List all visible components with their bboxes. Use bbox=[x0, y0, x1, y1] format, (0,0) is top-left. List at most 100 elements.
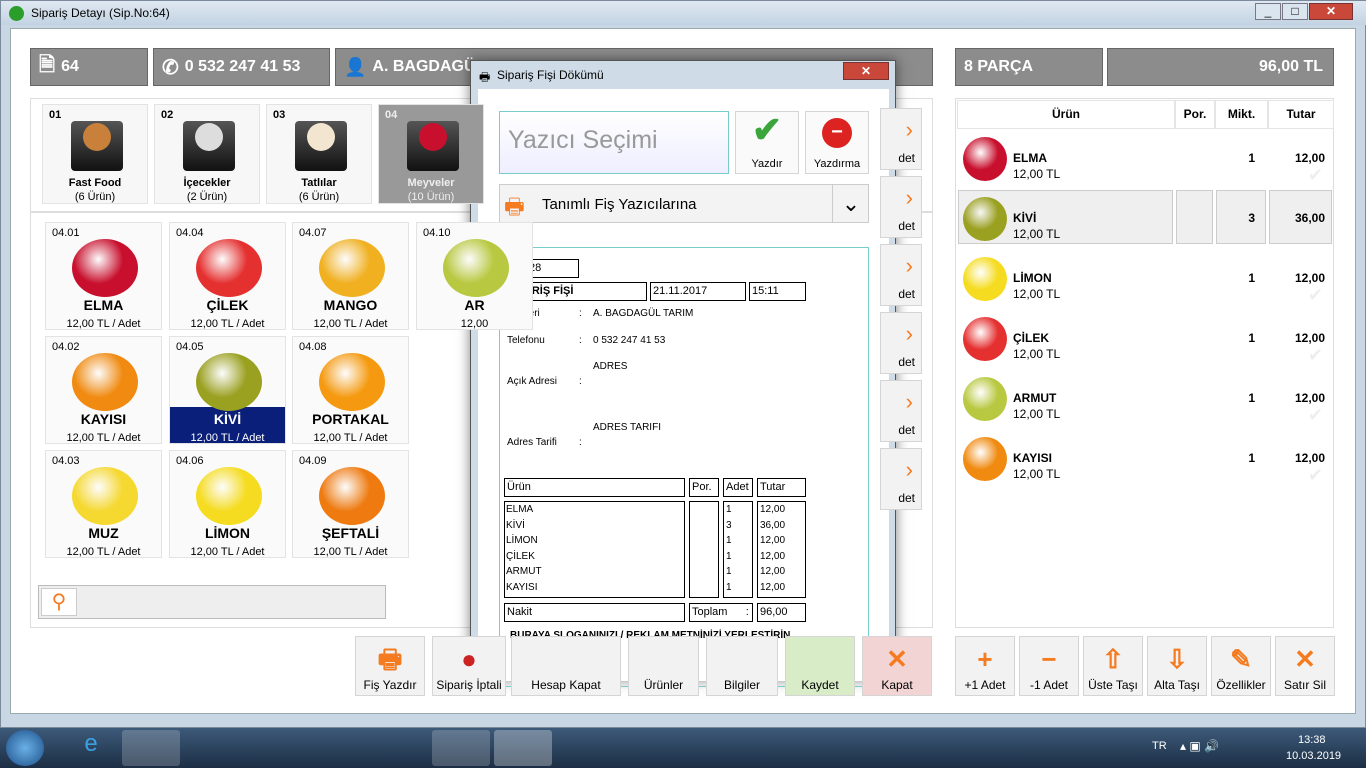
pencil-button[interactable]: ✎ Özellikler bbox=[1211, 636, 1271, 696]
item-qty: 1 bbox=[1248, 391, 1255, 405]
check-icon[interactable]: ✔ bbox=[1308, 165, 1323, 186]
check-icon[interactable]: ✔ bbox=[1308, 465, 1323, 486]
side-button[interactable]: › det bbox=[880, 380, 922, 442]
receipt-column-header: Ürün bbox=[504, 478, 685, 497]
hesap-kapat-button[interactable]: Hesap Kapat bbox=[511, 636, 621, 696]
taskbar: e TR ▴ ▣ 🔊 13:38 10.03.2019 bbox=[0, 728, 1366, 768]
check-icon[interactable]: ✔ bbox=[1308, 285, 1323, 306]
side-button[interactable]: › det bbox=[880, 244, 922, 306]
item-name: ARMUT bbox=[1013, 391, 1057, 405]
tray-icons[interactable]: ▴ ▣ 🔊 bbox=[1180, 739, 1219, 753]
check-icon[interactable]: ✔ bbox=[1308, 405, 1323, 426]
no-print-button[interactable]: − Yazdırma bbox=[805, 111, 869, 174]
maximize-button[interactable]: □ bbox=[1282, 3, 1308, 20]
order-row[interactable]: ÇİLEK 12,00 TL 1 12,00 ✔ bbox=[957, 309, 1333, 369]
side-button[interactable]: › det bbox=[880, 448, 922, 510]
check-icon[interactable]: ✔ bbox=[1308, 225, 1323, 246]
product-tile[interactable]: 04.01 ELMA 12,00 TL / Adet bbox=[45, 222, 162, 330]
delete-button[interactable]: ✕ Satır Sil bbox=[1275, 636, 1335, 696]
product-tile[interactable]: 04.07 MANGO 12,00 TL / Adet bbox=[292, 222, 409, 330]
taskbar-app-icon[interactable] bbox=[432, 730, 490, 766]
fruit-image bbox=[319, 239, 385, 297]
arrow-right-icon: › bbox=[905, 457, 913, 482]
order-row[interactable]: KAYISI 12,00 TL 1 12,00 ✔ bbox=[957, 429, 1333, 489]
clock-date[interactable]: 10.03.2019 bbox=[1286, 750, 1341, 762]
product-tile[interactable]: 04.06 LİMON 12,00 TL / Adet bbox=[169, 450, 286, 558]
side-button[interactable]: › det bbox=[880, 108, 922, 170]
taskbar-clock-icon[interactable] bbox=[370, 730, 428, 766]
category-tile[interactable]: 02 İçecekler (2 Ürün) bbox=[154, 104, 260, 204]
bilgiler-button[interactable]: Bilgiler bbox=[706, 636, 778, 696]
category-tile[interactable]: 04 Meyveler (10 Ürün) bbox=[378, 104, 484, 204]
dialog-close-button[interactable]: ✕ bbox=[843, 62, 889, 80]
column-header[interactable]: Mikt. bbox=[1215, 100, 1268, 129]
phone-box[interactable]: ✆ 0 532 247 41 53 bbox=[153, 48, 330, 86]
arrow-down-button[interactable]: ⇩ Alta Taşı bbox=[1147, 636, 1207, 696]
taskbar-pin-icon[interactable] bbox=[308, 730, 366, 766]
item-total: 12,00 bbox=[1294, 391, 1325, 405]
sipariş-i-ptali-button[interactable]: ● Sipariş İptali bbox=[432, 636, 506, 696]
receipt-item-total: 12,00 bbox=[760, 535, 786, 546]
category-tile[interactable]: 03 Tatlılar (6 Ürün) bbox=[266, 104, 372, 204]
receipt-item-name: LİMON bbox=[506, 535, 538, 546]
total-label: Toplam : bbox=[689, 603, 753, 622]
order-row[interactable]: ARMUT 12,00 TL 1 12,00 ✔ bbox=[957, 369, 1333, 429]
check-icon[interactable]: ✔ bbox=[1308, 345, 1323, 366]
product-tile[interactable]: 04.08 PORTAKAL 12,00 TL / Adet bbox=[292, 336, 409, 444]
button-label: Sipariş İptali bbox=[436, 678, 502, 692]
search-icon[interactable]: ⚲ bbox=[41, 588, 77, 616]
dropdown-value: Tanımlı Fiş Yazıcılarına bbox=[542, 196, 697, 213]
colon: : bbox=[579, 376, 582, 387]
arrow-right-icon: › bbox=[905, 321, 913, 346]
order-row[interactable]: LİMON 12,00 TL 1 12,00 ✔ bbox=[957, 249, 1333, 309]
ürünler-button[interactable]: Ürünler bbox=[628, 636, 699, 696]
kaydet-button[interactable]: Kaydet bbox=[785, 636, 855, 696]
column-header[interactable]: Tutar bbox=[1268, 100, 1334, 129]
side-button[interactable]: › det bbox=[880, 176, 922, 238]
taskbar-user-icon[interactable] bbox=[244, 730, 302, 766]
column-header[interactable]: Ürün bbox=[957, 100, 1175, 129]
product-code: 04.04 bbox=[176, 227, 204, 239]
printer-icon: 🖶 bbox=[377, 644, 403, 674]
item-price: 12,00 TL bbox=[1013, 287, 1061, 301]
product-tile[interactable]: 04.10 AR 12,00 bbox=[416, 222, 533, 330]
product-name: LİMON bbox=[204, 525, 251, 541]
category-name: Fast Food bbox=[68, 177, 122, 189]
chevron-down-icon[interactable]: ⌄ bbox=[832, 185, 869, 222]
product-tile[interactable]: 04.02 KAYISI 12,00 TL / Adet bbox=[45, 336, 162, 444]
close-window-button[interactable]: ✕ bbox=[1309, 3, 1353, 20]
product-price: 12,00 TL / Adet bbox=[190, 432, 265, 444]
fiş-yazdır-button[interactable]: 🖶 Fiş Yazdır bbox=[355, 636, 425, 696]
arrow-up-button[interactable]: ⇧ Üste Taşı bbox=[1083, 636, 1143, 696]
product-tile[interactable]: 04.03 MUZ 12,00 TL / Adet bbox=[45, 450, 162, 558]
category-tile[interactable]: 01 Fast Food (6 Ürün) bbox=[42, 104, 148, 204]
category-count: (2 Ürün) bbox=[186, 191, 228, 203]
order-row[interactable]: ELMA 12,00 TL 1 12,00 ✔ bbox=[957, 129, 1333, 189]
item-price: 12,00 TL bbox=[1013, 407, 1061, 421]
plus-button[interactable]: + +1 Adet bbox=[955, 636, 1015, 696]
minimize-button[interactable]: _ bbox=[1255, 3, 1281, 20]
printer-dropdown[interactable]: 🖶 Tanımlı Fiş Yazıcılarına ⌄ bbox=[499, 184, 869, 223]
receipt-item-name: ELMA bbox=[506, 504, 534, 515]
print-button[interactable]: ✔ Yazdır bbox=[735, 111, 799, 174]
column-header[interactable]: Por. bbox=[1175, 100, 1215, 129]
search-box[interactable]: ⚲ bbox=[38, 585, 386, 619]
product-tile[interactable]: 04.09 ŞEFTALİ 12,00 TL / Adet bbox=[292, 450, 409, 558]
order-row[interactable]: KİVİ 12,00 TL 3 36,00 ✔ bbox=[957, 189, 1333, 249]
taskbar-pos-icon[interactable] bbox=[494, 730, 552, 766]
print-label: Yazdır bbox=[751, 158, 783, 170]
taskbar-ie-icon[interactable]: e bbox=[62, 730, 120, 766]
start-button[interactable] bbox=[6, 730, 44, 766]
printer-select-field[interactable]: Yazıcı Seçimi bbox=[499, 111, 729, 174]
taskbar-media-icon[interactable] bbox=[182, 730, 240, 766]
language-indicator[interactable]: TR bbox=[1152, 740, 1167, 752]
receipt-item-qty: 3 bbox=[726, 519, 732, 531]
product-tile[interactable]: 04.04 ÇİLEK 12,00 TL / Adet bbox=[169, 222, 286, 330]
taskbar-explorer-icon[interactable] bbox=[122, 730, 180, 766]
side-button[interactable]: › det bbox=[880, 312, 922, 374]
clock-time[interactable]: 13:38 bbox=[1298, 734, 1326, 746]
minus-button[interactable]: − -1 Adet bbox=[1019, 636, 1079, 696]
kapat-button[interactable]: ✕ Kapat bbox=[862, 636, 932, 696]
product-tile[interactable]: 04.05 KİVİ 12,00 TL / Adet bbox=[169, 336, 286, 444]
delete-icon: ✕ bbox=[1294, 644, 1316, 674]
